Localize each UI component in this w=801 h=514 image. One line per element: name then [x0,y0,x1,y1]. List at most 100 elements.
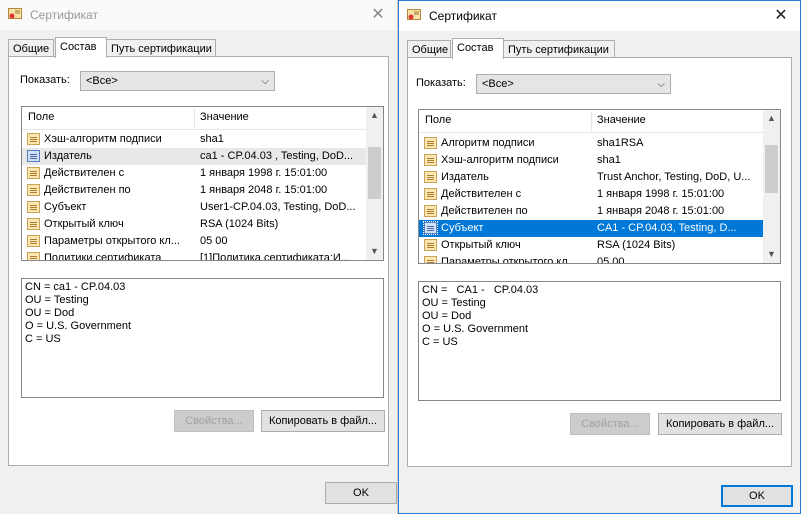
field-name: Действителен с [44,167,125,179]
scroll-down-icon[interactable]: ▼ [763,246,780,263]
certificate-field-icon [27,201,40,213]
chevron-down-icon: ⌵ [261,76,269,87]
field-name: Открытый ключ [44,218,124,230]
details-panel: Показать: <Все> ⌵ Поле Значение Хэш-алго… [8,56,389,466]
list-item[interactable]: Открытый ключ RSA (1024 Bits) [22,216,366,233]
close-icon[interactable]: ✕ [770,5,792,27]
tab-certification-path[interactable]: Путь сертификации [106,39,216,57]
certificate-dialog-background: Сертификат ✕ Общие Состав Путь сертифика… [0,0,398,514]
certificate-field-icon [424,205,437,217]
scroll-up-icon[interactable]: ▲ [763,110,780,127]
list-item[interactable]: Открытый ключ RSA (1024 Bits) [419,237,763,254]
column-header-field[interactable]: Поле [425,114,451,126]
list-item[interactable]: Хэш-алгоритм подписи sha1 [22,131,366,148]
list-item[interactable]: Параметры открытого кл... 05 00 [419,254,763,264]
copy-to-file-button[interactable]: Копировать в файл... [658,413,782,435]
field-name: Хэш-алгоритм подписи [44,133,162,145]
field-name: Действителен по [441,205,528,217]
window-title: Сертификат [429,9,497,23]
field-detail-box[interactable]: CN = ca1 - CP.04.03 OU = Testing OU = Do… [21,278,384,398]
field-value: 1 января 2048 г. 15:01:00 [597,205,725,217]
tab-certification-path[interactable]: Путь сертификации [503,40,615,58]
ok-button[interactable]: OK [325,482,397,504]
detail-line: OU = Dod [25,307,75,319]
field-value: 1 января 2048 г. 15:01:00 [200,184,328,196]
list-item[interactable]: Действителен с 1 января 1998 г. 15:01:00 [419,186,763,203]
field-name: Издатель [441,171,489,183]
list-item[interactable]: Алгоритм подписи sha1RSA [419,135,763,152]
show-label: Показать: [416,77,466,89]
fields-list[interactable]: Поле Значение Хэш-алгоритм подписи sha1 И… [21,106,384,261]
detail-line: O = U.S. Government [25,320,132,332]
field-value: CA1 - CP.04.03, Testing, D... [597,222,737,234]
scroll-thumb[interactable] [765,145,778,193]
title-bar: Сертификат ✕ [0,0,397,30]
list-item[interactable]: Политики сертификата [1]Политика сертифик… [22,250,366,261]
field-value: 05 00 [597,256,625,264]
certificate-field-icon [424,188,437,200]
show-dropdown-value: <Все> [86,75,118,87]
list-item[interactable]: Параметры открытого кл... 05 00 [22,233,366,250]
list-item[interactable]: Хэш-алгоритм подписи sha1 [419,152,763,169]
list-item[interactable]: Субъект User1-CP.04.03, Testing, DoD... [22,199,366,216]
field-detail-box[interactable]: CN = CA1 - CP.04.03 OU = Testing OU = Do… [418,281,781,401]
field-value: RSA (1024 Bits) [200,218,279,230]
list-item[interactable]: Издатель Trust Anchor, Testing, DoD, U... [419,169,763,186]
scroll-down-icon[interactable]: ▼ [366,243,383,260]
field-value: 1 января 1998 г. 15:01:00 [200,167,328,179]
properties-button[interactable]: Свойства... [174,410,254,432]
list-scrollbar[interactable]: ▲ ▼ [763,110,780,263]
window-title: Сертификат [30,8,98,22]
certificate-field-icon [27,150,40,162]
list-item[interactable]: Действителен по 1 января 2048 г. 15:01:00 [419,203,763,220]
scroll-up-icon[interactable]: ▲ [366,107,383,124]
certificate-field-icon [27,252,40,260]
show-dropdown[interactable]: <Все> ⌵ [476,74,671,94]
tab-details[interactable]: Состав [452,38,504,59]
ok-button[interactable]: OK [721,485,793,507]
field-value: 05 00 [200,235,228,247]
field-name: Параметры открытого кл... [441,256,577,264]
field-name: Политики сертификата [44,252,162,261]
certificate-field-icon [27,167,40,179]
certificate-field-icon [424,239,437,251]
field-name: Субъект [44,201,87,213]
certificate-field-icon [27,133,40,145]
tab-general[interactable]: Общие [407,40,451,58]
list-header: Поле Значение [22,107,366,130]
list-item[interactable]: Действителен по 1 января 2048 г. 15:01:00 [22,182,366,199]
certificate-field-icon [27,218,40,230]
column-header-value[interactable]: Значение [597,114,646,126]
copy-to-file-button[interactable]: Копировать в файл... [261,410,385,432]
list-item[interactable]: Издатель ca1 - CP.04.03 , Testing, DoD... [22,148,366,165]
field-value: sha1 [597,154,621,166]
column-header-value[interactable]: Значение [200,111,249,123]
show-dropdown[interactable]: <Все> ⌵ [80,71,275,91]
tab-details[interactable]: Состав [55,37,107,58]
field-name: Действителен по [44,184,131,196]
certificate-icon [407,9,421,20]
properties-button[interactable]: Свойства... [570,413,650,435]
detail-line: C = US [422,336,458,348]
certificate-field-icon [423,221,438,235]
certificate-dialog-foreground: Сертификат ✕ Общие Состав Путь сертифика… [398,0,801,514]
tab-general[interactable]: Общие [8,39,54,57]
show-label: Показать: [20,74,70,86]
close-icon[interactable]: ✕ [367,4,389,26]
detail-line: OU = Testing [25,294,89,306]
show-dropdown-value: <Все> [482,78,514,90]
field-name: Хэш-алгоритм подписи [441,154,559,166]
certificate-field-icon [424,256,437,263]
certificate-field-icon [424,171,437,183]
detail-line: OU = Dod [422,310,472,322]
certificate-field-icon [27,184,40,196]
scroll-thumb[interactable] [368,147,381,199]
list-item[interactable]: Действителен с 1 января 1998 г. 15:01:00 [22,165,366,182]
fields-list[interactable]: Поле Значение Алгоритм подписи sha1RSA Хэ… [418,109,781,264]
certificate-icon [8,8,22,19]
detail-line: CN = CA1 - CP.04.03 [422,284,539,296]
list-scrollbar[interactable]: ▲ ▼ [366,107,383,260]
field-name: Действителен с [441,188,522,200]
list-item[interactable]: Субъект CA1 - CP.04.03, Testing, D... [419,220,763,237]
column-header-field[interactable]: Поле [28,111,54,123]
